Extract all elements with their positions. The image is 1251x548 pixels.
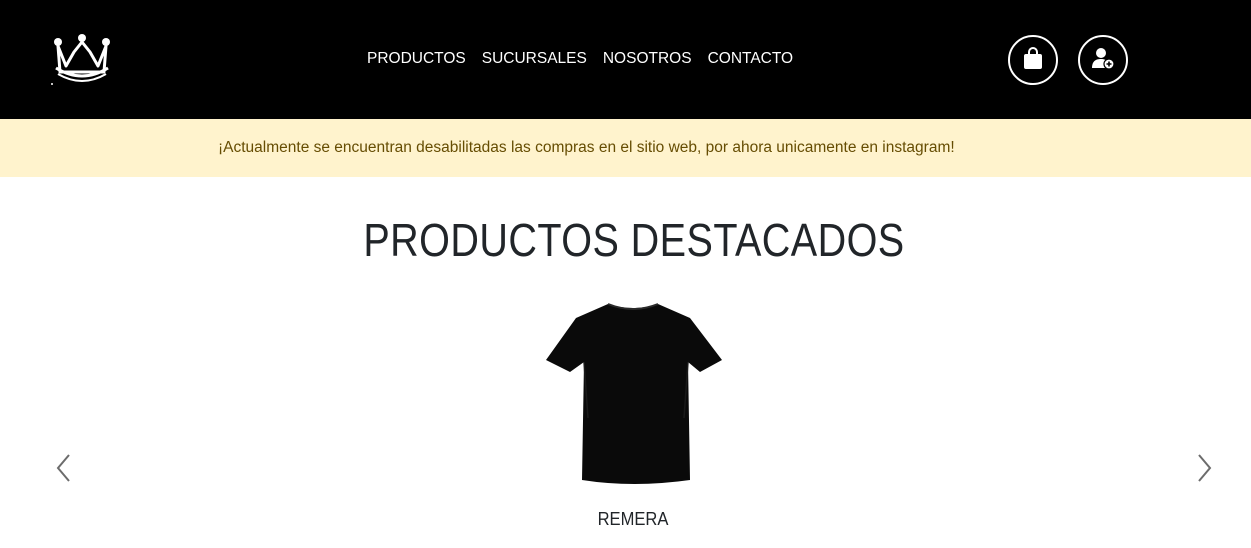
chevron-left-icon: [52, 454, 76, 488]
product-image-remera[interactable]: [540, 298, 726, 488]
user-register-button[interactable]: [1078, 35, 1128, 85]
nav-link-contacto[interactable]: CONTACTO: [708, 49, 794, 69]
chevron-right-icon: [1192, 454, 1216, 488]
main-nav: PRODUCTOS SUCURSALES NOSOTROS CONTACTO: [367, 49, 809, 69]
nav-link-nosotros[interactable]: NOSOTROS: [603, 49, 692, 69]
alert-message: ¡Actualmente se encuentran desabilitadas…: [218, 139, 955, 156]
crown-logo-icon[interactable]: [48, 32, 116, 88]
navbar: PRODUCTOS SUCURSALES NOSOTROS CONTACTO: [0, 0, 1251, 119]
shopping-bag-icon: [1022, 46, 1044, 75]
product-name[interactable]: REMERA: [541, 507, 725, 531]
featured-products-title: PRODUCTOS DESTACADOS: [363, 214, 905, 266]
cart-button[interactable]: [1008, 35, 1058, 85]
nav-link-productos[interactable]: PRODUCTOS: [367, 49, 466, 69]
carousel-next-button[interactable]: [1192, 452, 1216, 484]
user-plus-icon: [1091, 46, 1115, 75]
carousel-prev-button[interactable]: [52, 452, 76, 484]
nav-link-sucursales[interactable]: SUCURSALES: [482, 49, 587, 69]
alert-banner: ¡Actualmente se encuentran desabilitadas…: [0, 119, 1251, 177]
